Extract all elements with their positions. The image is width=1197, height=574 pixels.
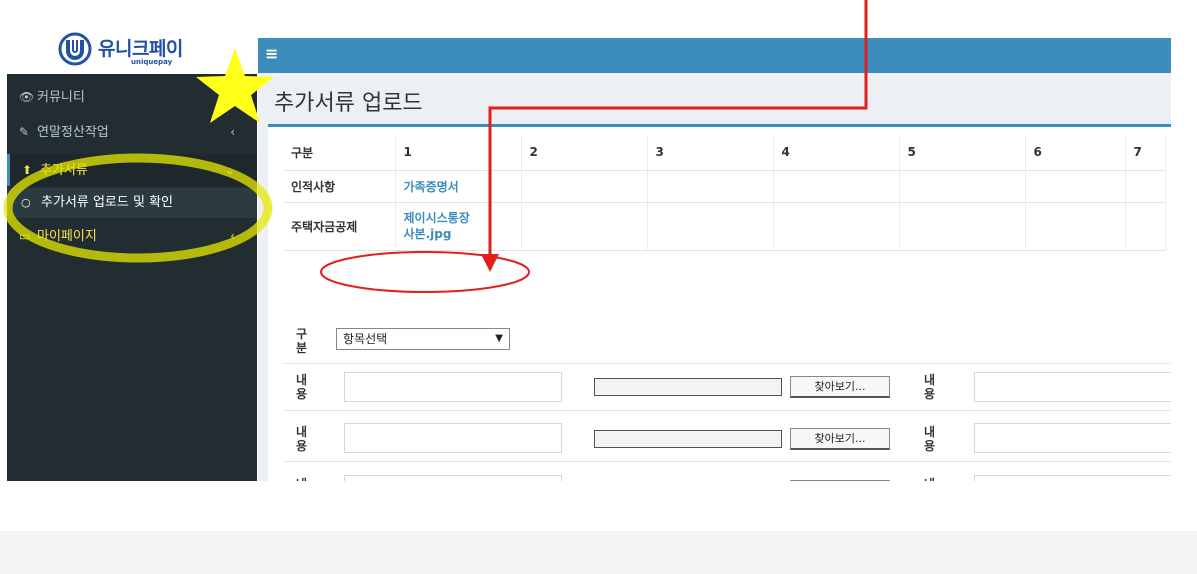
select-ellipse-annotation	[320, 251, 530, 293]
arrow-annotation	[488, 0, 868, 262]
star-annotation-icon	[196, 48, 274, 123]
highlight-ellipse-annotation	[3, 153, 273, 263]
annotation-overlay	[3, 0, 868, 293]
